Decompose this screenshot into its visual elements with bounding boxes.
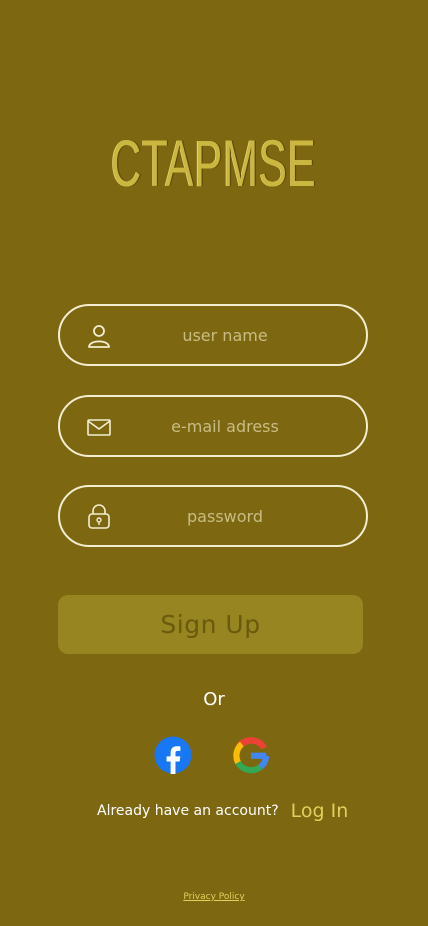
sign-up-button[interactable]: Sign Up [58,595,363,654]
google-icon[interactable] [232,736,270,774]
mail-icon [87,419,111,436]
email-input[interactable] [124,397,326,455]
password-input[interactable] [124,487,326,545]
lock-icon [88,504,110,529]
privacy-policy-link[interactable]: Privacy Policy [0,892,428,902]
log-in-link[interactable]: Log In [291,800,349,822]
logo-text: CTAPMSE [111,126,317,200]
app-logo: CTAPMSE [0,126,428,200]
facebook-icon[interactable] [154,736,192,774]
username-field[interactable] [58,304,368,366]
username-input[interactable] [124,306,326,364]
email-field[interactable] [58,395,368,457]
password-field[interactable] [58,485,368,547]
account-prompt: Already have an account? [97,803,279,819]
login-prompt-row: Already have an account? Log In [97,798,348,824]
user-icon [88,325,110,348]
or-divider: Or [203,689,225,710]
